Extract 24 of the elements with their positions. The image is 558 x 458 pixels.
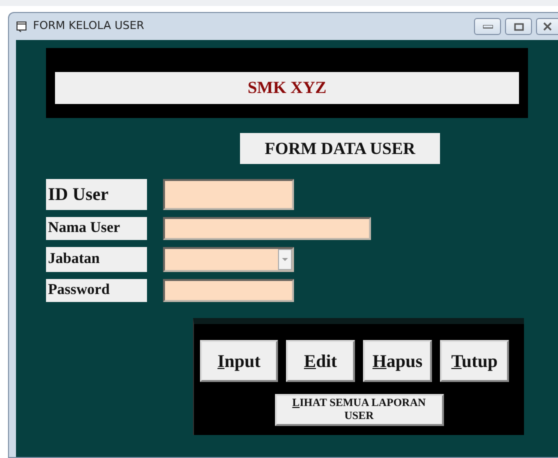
close-icon <box>543 22 552 31</box>
dropdown-field[interactable] <box>163 247 294 272</box>
field-label: Jabatan <box>46 247 147 272</box>
field-label: Nama User <box>46 217 147 240</box>
action-button[interactable]: Tutup <box>440 340 509 382</box>
window-title: FORM KELOLA USER <box>33 18 144 34</box>
input-field[interactable] <box>163 217 371 240</box>
field-label: ID User <box>46 179 147 210</box>
action-button[interactable]: Hapus <box>363 340 432 382</box>
caret-icon <box>282 258 288 261</box>
school-title: SMK XYZ <box>55 72 519 104</box>
report-button[interactable]: LIHAT SEMUA LAPORAN USER <box>274 394 444 426</box>
input-field[interactable] <box>163 179 294 210</box>
close-button[interactable] <box>536 18 558 35</box>
maximize-button[interactable] <box>505 18 532 35</box>
form-icon <box>16 21 28 32</box>
action-button[interactable]: Input <box>200 340 278 382</box>
action-button[interactable]: Edit <box>286 340 355 382</box>
minimize-icon <box>482 24 492 28</box>
field-label: Password <box>46 279 147 302</box>
maximize-icon <box>514 22 524 30</box>
form-title: FORM DATA USER <box>240 133 440 164</box>
minimize-button[interactable] <box>474 18 501 35</box>
input-field[interactable] <box>163 279 294 302</box>
